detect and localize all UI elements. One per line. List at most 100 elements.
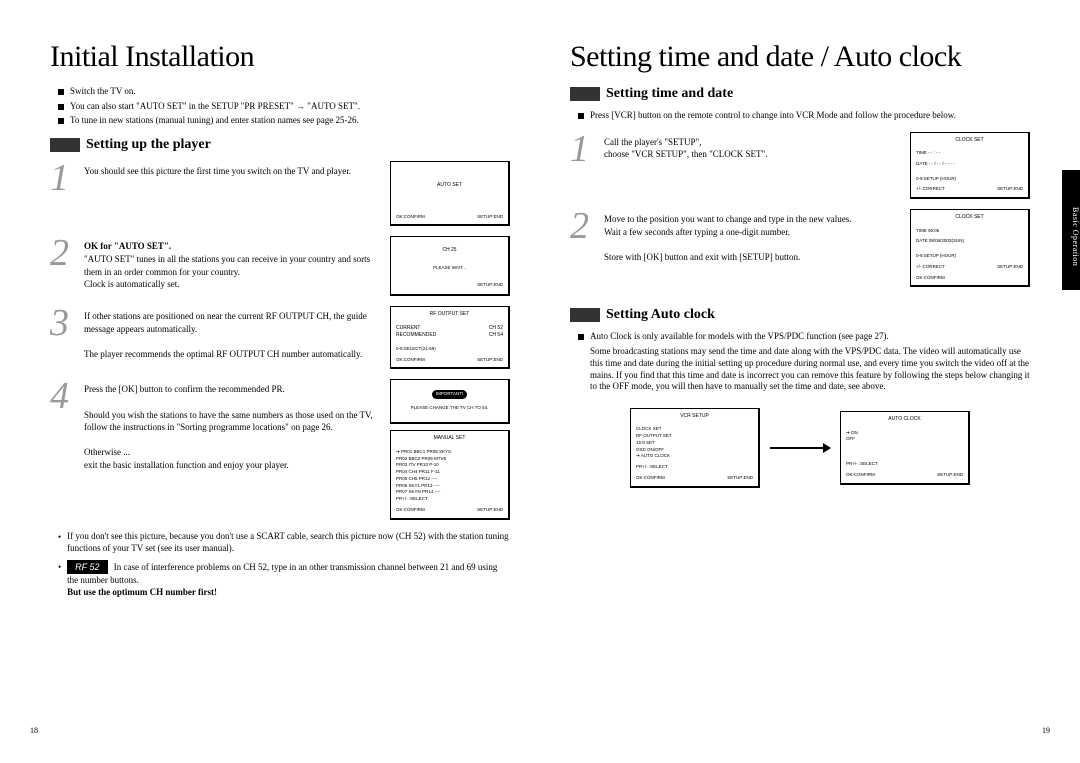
step-bold: OK for "AUTO SET". [84, 241, 171, 251]
step-text: If other stations are positioned on near… [84, 306, 390, 369]
step-text: Call the player's "SETUP", choose "VCR S… [604, 132, 910, 200]
osd-vcr-setup: VCR SETUP CLOCK SET RF OUTPUT SET 16:9 S… [630, 408, 760, 488]
osd-row: ➔ AUTO CLOCK [636, 453, 753, 460]
square-bullet-icon [58, 118, 64, 124]
osd-title: VCR SETUP [636, 413, 753, 421]
step-number: 3 [50, 306, 84, 369]
osd-foot-left: +/-:CORRECT [916, 186, 945, 193]
osd-row: CLOCK SET [636, 426, 753, 433]
osd-row: OFF [846, 436, 963, 443]
section-bar-icon [570, 308, 600, 322]
osd-label: CURRENT [396, 325, 420, 333]
osd-time: TIME - - : - - [916, 150, 1023, 157]
intro-text: Switch the TV on. [70, 86, 136, 98]
section-title: Setting up the player [86, 137, 211, 153]
osd-row: PR03 ITV PR10 P-10 [396, 462, 503, 469]
step-text: You should see this picture the first ti… [84, 161, 390, 226]
intro-text: You can also start "AUTO SET" in the SET… [70, 101, 360, 113]
note-bullet: • RF 52 In case of interference problems… [58, 560, 510, 598]
osd-container: CH 25 PLEASE WAIT... SETUP:END [390, 236, 510, 296]
osd-foot-left: OK:CONFIRM [396, 214, 425, 221]
osd-auto-set: AUTO SET OK:CONFIRMSETUP:END [390, 161, 510, 226]
note-bullet: • If you don't see this picture, because… [58, 530, 510, 554]
osd-clock-set-filled: CLOCK SET TIME 06:05 DATE 08/06/2003(SUN… [910, 209, 1030, 287]
osd-foot-right: SETUP:END [477, 357, 503, 364]
step-line: "AUTO SET" tunes in all the stations you… [84, 254, 370, 277]
osd-foot-mid: PR+/- :SELECT [396, 496, 503, 503]
intro-text: Auto Clock is only available for models … [590, 331, 889, 343]
section-header-time: Setting time and date [570, 86, 1030, 102]
osd-time: TIME 06:05 [916, 228, 1023, 235]
step-line: If other stations are positioned on near… [84, 311, 367, 334]
osd-container: IMPORTANT! PLEASE CHANGE THE TV CH TO 54… [390, 379, 510, 519]
page-title-left: Initial Installation [50, 40, 510, 74]
step-4: 4 Press the [OK] button to confirm the r… [50, 379, 510, 519]
step-number: 2 [570, 209, 604, 287]
osd-title: AUTO CLOCK [846, 416, 963, 424]
square-bullet-icon [58, 104, 64, 110]
side-tab-basic-operation: Basic Operation [1062, 170, 1080, 290]
square-bullet-icon [578, 334, 584, 340]
osd-clock-set-blank: CLOCK SET TIME - - : - - DATE - - / - - … [910, 132, 1030, 200]
osd-row: PR02 BBC2 PR09 MTVE [396, 456, 503, 463]
osd-row: PR07 SKYN PR14 ---- [396, 489, 503, 496]
osd-important: IMPORTANT! PLEASE CHANGE THE TV CH TO 54… [390, 379, 510, 424]
osd-row: 16:9 SET [636, 440, 753, 447]
intro-left: Switch the TV on. You can also start "AU… [58, 86, 510, 127]
step-number: 2 [50, 236, 84, 296]
intro-text: To tune in new stations (manual tuning) … [70, 115, 359, 127]
intro-bullet: You can also start "AUTO SET" in the SET… [58, 101, 510, 113]
intro-para: Some broadcasting stations may send the … [590, 346, 1030, 393]
page-title-right: Setting time and date / Auto clock [570, 40, 1030, 74]
step-line: Otherwise ... [84, 447, 130, 457]
intro-text: Press [VCR] button on the remote control… [590, 110, 956, 122]
osd-foot-mid: PR+/- :SELECT [636, 464, 753, 471]
osd-label: RECOMMENDED [396, 332, 436, 340]
page-18: Initial Installation Switch the TV on. Y… [0, 0, 540, 763]
osd-container: AUTO SET OK:CONFIRMSETUP:END [390, 161, 510, 226]
osd-foot-right: SETUP:END [937, 472, 963, 479]
important-badge: IMPORTANT! [432, 390, 467, 399]
osd-foot-mid: 0-9:SETUP (HOUR) [916, 253, 1023, 260]
note-text-inner: In case of interference problems on CH 5… [67, 562, 497, 585]
note-text: RF 52 In case of interference problems o… [67, 560, 510, 598]
osd-ch: CH 25 [396, 247, 503, 255]
square-bullet-icon [578, 113, 584, 119]
osd-foot-right: SETUP:END [727, 475, 753, 482]
step-3: 3 If other stations are positioned on ne… [50, 306, 510, 369]
osd-foot-mid: PR+/- :SELECT [846, 461, 963, 468]
intro-bullet: Switch the TV on. [58, 86, 510, 98]
step-line: Wait a few seconds after typing a one-di… [604, 227, 790, 237]
osd-date: DATE - - / - - / - - - - [916, 161, 1023, 168]
section-header-autoclock: Setting Auto clock [570, 307, 1030, 323]
square-bullet-icon [58, 89, 64, 95]
osd-row: ➔ PR01 BBC1 PR08 SKYS [396, 449, 503, 456]
osd-row: PR05 CH5 PR12 ---- [396, 476, 503, 483]
step-line: exit the basic installation function and… [84, 460, 289, 470]
osd-title: MANUAL SET [396, 435, 503, 443]
osd-row: RF OUTPUT SET [636, 433, 753, 440]
osd-manual-set: MANUAL SET ➔ PR01 BBC1 PR08 SKYS PR02 BB… [390, 430, 510, 519]
section-title: Setting Auto clock [606, 307, 715, 323]
osd-foot-right: SETUP:END [997, 186, 1023, 193]
step-number: 1 [570, 132, 604, 200]
osd-title: RF OUTPUT SET [396, 311, 503, 319]
osd-foot-right: SETUP:END [997, 264, 1023, 271]
intro-bullet: Auto Clock is only available for models … [578, 331, 1030, 343]
note-text: If you don't see this picture, because y… [67, 530, 510, 554]
osd-foot-left: OK:CONFIRM [396, 357, 425, 364]
osd-value: CH 54 [489, 332, 503, 340]
osd-title: CLOCK SET [916, 214, 1023, 222]
intro-text: Some broadcasting stations may send the … [590, 346, 1030, 393]
bullet-dot-icon: • [58, 561, 61, 573]
osd-foot-ok: OK:CONFIRM [916, 275, 945, 282]
section-bar-icon [50, 138, 80, 152]
osd-container: CLOCK SET TIME - - : - - DATE - - / - - … [910, 132, 1030, 200]
osd-ch-wait: CH 25 PLEASE WAIT... SETUP:END [390, 236, 510, 296]
osd-row: PR04 CH4 PR11 F-11 [396, 469, 503, 476]
osd-row: PR06 SKY1 PR13 ---- [396, 483, 503, 490]
page-number-right: 19 [1042, 726, 1050, 735]
section-title: Setting time and date [606, 86, 733, 102]
step-text: Press the [OK] button to confirm the rec… [84, 379, 390, 519]
step-1: 1 You should see this picture the first … [50, 161, 510, 226]
